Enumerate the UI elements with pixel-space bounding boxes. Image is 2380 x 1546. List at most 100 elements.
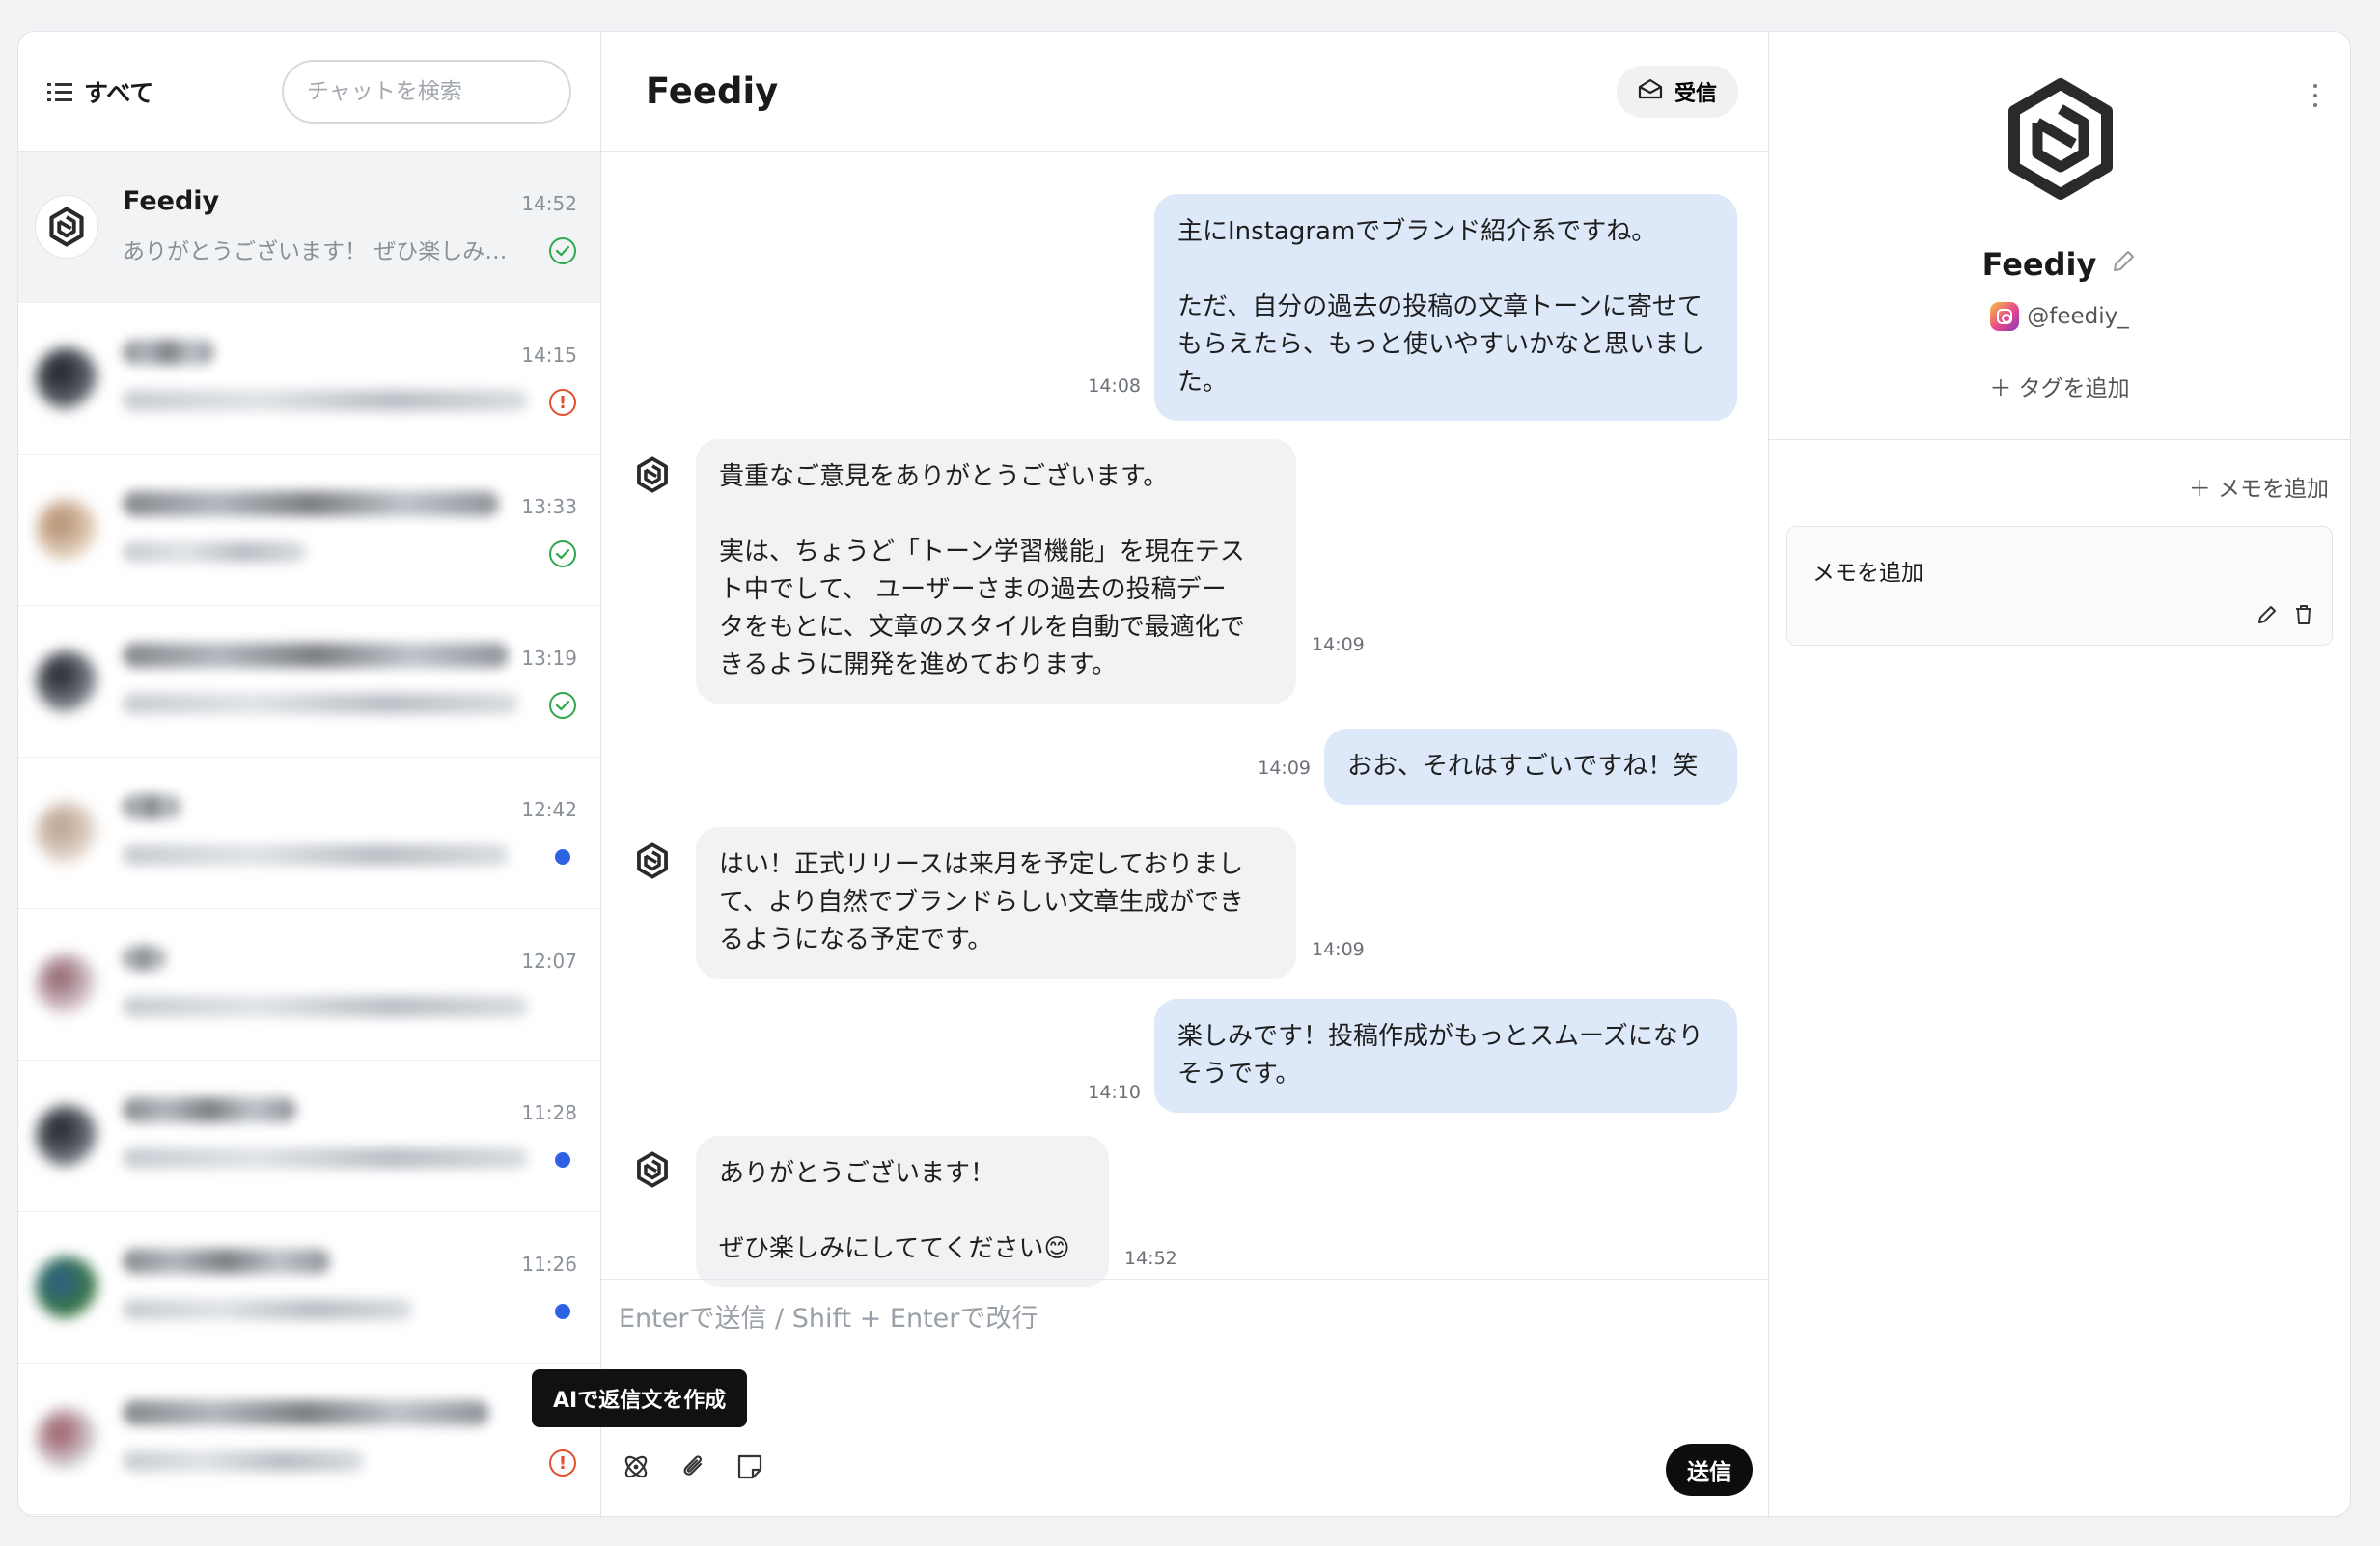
profile-divider xyxy=(1769,439,2350,440)
redacted-preview xyxy=(123,541,306,563)
conversation-name: Feediy xyxy=(123,186,220,216)
profile-handle: @feediy_ xyxy=(2027,304,2129,329)
message-time: 14:10 xyxy=(1088,1082,1141,1103)
conversation-preview: ありがとうございます！ ぜひ楽しみにしててください😊 xyxy=(123,239,528,264)
conversation-time: 14:52 xyxy=(521,192,577,215)
message-time: 14:09 xyxy=(1312,634,1365,655)
list-icon xyxy=(47,81,72,102)
status-empty xyxy=(548,994,577,1023)
conversation-item[interactable]: 13:19 xyxy=(18,606,600,758)
avatar xyxy=(36,802,97,864)
conversation-item[interactable]: 13:33 xyxy=(18,455,600,606)
conversation-list: Feediy ありがとうございます！ ぜひ楽しみにしててください😊 14:52 14:… xyxy=(18,152,600,1515)
replied-check-icon xyxy=(548,539,577,568)
conversation-item[interactable]: Feediy ありがとうございます！ ぜひ楽しみにしててください😊 14:52 xyxy=(18,152,600,303)
conversation-item[interactable]: 12:07 xyxy=(18,909,600,1061)
feediy-logo xyxy=(2003,76,2118,202)
redacted-name xyxy=(123,794,180,819)
inbox-label: 受信 xyxy=(1674,80,1717,105)
conversation-item[interactable]: 12:42 xyxy=(18,758,600,909)
bot-avatar xyxy=(634,456,673,495)
conversation-time: 14:15 xyxy=(521,344,577,367)
conversation-time: 11:26 xyxy=(521,1253,577,1276)
edit-memo-icon[interactable] xyxy=(2253,600,2282,629)
conversation-time: 12:42 xyxy=(521,798,577,821)
alert-icon: ! xyxy=(548,388,577,417)
bot-avatar xyxy=(634,1151,673,1190)
replied-check-icon xyxy=(548,691,577,720)
incoming-message: はい！正式リリースは来月を予定しておりまし て、より自然でブランドらしい文章生成… xyxy=(696,827,1296,979)
redacted-name xyxy=(123,946,166,971)
unread-dot-icon xyxy=(548,842,577,871)
redacted-preview xyxy=(123,1299,412,1320)
unread-dot-icon xyxy=(548,1297,577,1326)
unread-dot-icon xyxy=(548,1146,577,1174)
message-time: 14:09 xyxy=(1312,939,1365,960)
message-time: 14:09 xyxy=(1258,758,1311,779)
filter-dropdown[interactable]: すべて xyxy=(47,74,153,109)
avatar xyxy=(36,499,97,561)
redacted-preview xyxy=(123,1450,364,1472)
avatar xyxy=(36,196,97,258)
chat-title: Feediy xyxy=(646,70,779,112)
chat-header: Feediy 受信 xyxy=(601,32,1768,152)
conversation-time: 13:19 xyxy=(521,647,577,670)
app-window: すべて Feediy ありがとうございます！ ぜひ楽しみにしててください😊 14:5… xyxy=(17,31,2351,1517)
send-button[interactable]: 送信 xyxy=(1666,1444,1753,1496)
inbox-button[interactable]: 受信 xyxy=(1616,65,1738,118)
profile-handle-row: @feediy_ xyxy=(1769,302,2350,331)
conversation-item[interactable]: 11:26 xyxy=(18,1212,600,1364)
incoming-message: 貴重なご意見をありがとうございます。 実は、ちょうど「トーン学習機能」を現在テス… xyxy=(696,439,1296,704)
more-options-icon[interactable] xyxy=(2306,76,2325,115)
filter-label: すべて xyxy=(84,78,154,107)
bot-avatar xyxy=(634,842,673,881)
redacted-name xyxy=(123,643,509,668)
alert-icon: ! xyxy=(548,1449,577,1477)
profile-panel: Feediy @feediy_ ＋ タグを追加 ＋ メモを追加 メモを追加 xyxy=(1769,32,2350,1516)
add-tag-button[interactable]: ＋ タグを追加 xyxy=(1769,370,2350,402)
profile-name: Feediy xyxy=(1981,246,2097,283)
conversation-item[interactable]: 11:28 xyxy=(18,1061,600,1212)
outgoing-message: おお、それはすごいですね！笑 xyxy=(1324,729,1737,805)
memo-card: メモを追加 xyxy=(1786,526,2333,646)
redacted-preview xyxy=(123,996,528,1017)
outgoing-message: 楽しみです！投稿作成がもっとスムーズになり そうです。 xyxy=(1154,999,1737,1113)
sidebar-header: すべて xyxy=(18,32,600,152)
envelope-open-icon xyxy=(1638,77,1663,106)
conversation-item[interactable]: ! xyxy=(18,1364,600,1515)
avatar xyxy=(36,1105,97,1167)
redacted-preview xyxy=(123,1147,528,1169)
add-memo-button[interactable]: ＋ メモを追加 xyxy=(2189,470,2329,503)
redacted-preview xyxy=(123,844,509,866)
avatar xyxy=(36,347,97,409)
redacted-name xyxy=(123,1249,330,1274)
redacted-preview xyxy=(123,693,518,714)
conversation-time: 13:33 xyxy=(521,495,577,518)
chat-search-input[interactable] xyxy=(282,59,571,124)
message-time: 14:52 xyxy=(1124,1248,1177,1269)
edit-name-icon[interactable] xyxy=(2110,246,2137,283)
avatar xyxy=(36,953,97,1015)
attach-icon[interactable] xyxy=(675,1448,713,1486)
conversation-sidebar: すべて Feediy ありがとうございます！ ぜひ楽しみにしててください😊 14:5… xyxy=(18,32,748,1516)
delete-memo-icon[interactable] xyxy=(2289,600,2318,629)
note-icon[interactable] xyxy=(731,1448,769,1486)
redacted-name xyxy=(123,1097,296,1122)
avatar xyxy=(36,650,97,712)
message-time: 14:08 xyxy=(1088,375,1141,397)
conversation-item[interactable]: 14:15! xyxy=(18,303,600,455)
profile-name-row: Feediy xyxy=(1769,246,2350,283)
message-input[interactable] xyxy=(619,1297,1738,1432)
redacted-name xyxy=(123,340,214,365)
redacted-preview xyxy=(123,390,528,411)
memo-text: メモを追加 xyxy=(1813,561,1923,586)
composer: 送信 xyxy=(601,1279,1768,1516)
message-thread: 主にInstagramでブランド紹介系ですね。 ただ、自分の過去の投稿の文章トー… xyxy=(601,152,1768,1310)
outgoing-message: 主にInstagramでブランド紹介系ですね。 ただ、自分の過去の投稿の文章トー… xyxy=(1154,194,1737,421)
replied-check-icon xyxy=(548,236,577,265)
avatar xyxy=(36,1408,97,1470)
ai-reply-icon[interactable] xyxy=(617,1448,655,1486)
ai-reply-tooltip: AIで返信文を作成 xyxy=(532,1369,748,1427)
instagram-icon xyxy=(1990,302,2020,331)
conversation-time: 12:07 xyxy=(521,950,577,973)
